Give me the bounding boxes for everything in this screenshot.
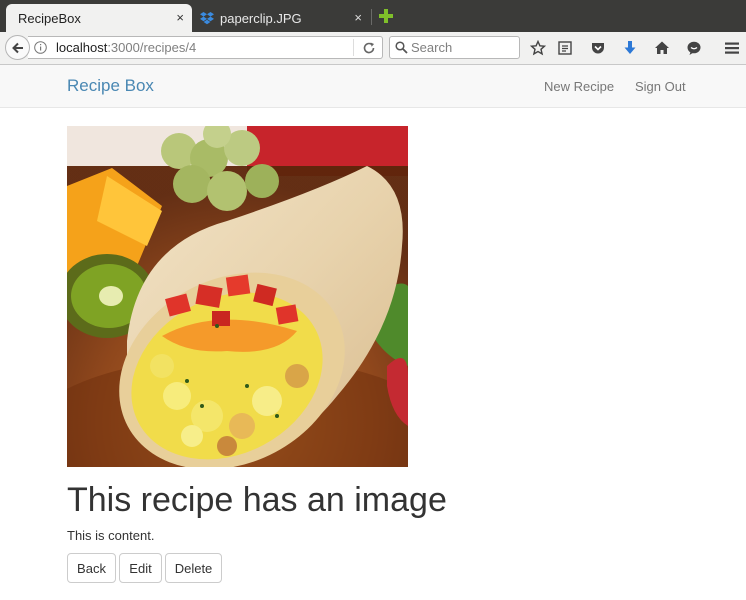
- pocket-icon[interactable]: [590, 40, 606, 56]
- edit-button[interactable]: Edit: [119, 553, 162, 583]
- tab-separator: [371, 9, 372, 25]
- tab-close-icon[interactable]: ×: [176, 10, 184, 26]
- sign-out-link[interactable]: Sign Out: [635, 79, 686, 94]
- info-icon[interactable]: [34, 41, 47, 54]
- url-host: localhost: [56, 40, 108, 55]
- new-tab-plus-icon[interactable]: [378, 8, 394, 24]
- url-text[interactable]: localhost:3000/recipes/4: [56, 40, 196, 55]
- reload-icon[interactable]: [362, 41, 376, 55]
- brand-link[interactable]: Recipe Box: [67, 76, 154, 96]
- tab-close-icon[interactable]: ×: [354, 10, 362, 26]
- tab-title: paperclip.JPG: [220, 10, 302, 26]
- tab-paperclip[interactable]: paperclip.JPG ×: [194, 4, 370, 32]
- url-path: :3000/recipes/4: [107, 40, 197, 55]
- search-input[interactable]: Search: [389, 36, 520, 59]
- delete-button[interactable]: Delete: [165, 553, 222, 583]
- bookmark-star-icon[interactable]: [530, 40, 546, 56]
- recipe-image: [67, 126, 408, 467]
- back-button[interactable]: [5, 35, 30, 60]
- back-arrow-icon: [11, 42, 23, 53]
- tab-title: RecipeBox: [18, 10, 81, 26]
- recipe-content: This is content.: [67, 528, 155, 543]
- recipe-title: This recipe has an image: [67, 481, 447, 519]
- search-placeholder: Search: [411, 40, 453, 55]
- dropbox-icon: [200, 12, 214, 25]
- download-icon[interactable]: [622, 40, 638, 56]
- home-icon[interactable]: [654, 40, 670, 56]
- chat-icon[interactable]: [686, 40, 702, 56]
- url-divider: [353, 39, 354, 56]
- tab-recipebox[interactable]: RecipeBox ×: [6, 4, 192, 32]
- browser-toolbar: localhost:3000/recipes/4 Search: [0, 32, 746, 65]
- burrito-image: [67, 126, 408, 467]
- menu-icon[interactable]: [724, 40, 740, 56]
- site-navbar: Recipe Box New Recipe Sign Out: [0, 65, 746, 108]
- search-icon: [395, 41, 408, 54]
- reading-list-icon[interactable]: [557, 40, 573, 56]
- new-recipe-link[interactable]: New Recipe: [544, 79, 614, 94]
- url-bar[interactable]: localhost:3000/recipes/4: [28, 36, 383, 59]
- back-button-page[interactable]: Back: [67, 553, 116, 583]
- tab-strip: RecipeBox × paperclip.JPG ×: [0, 0, 746, 32]
